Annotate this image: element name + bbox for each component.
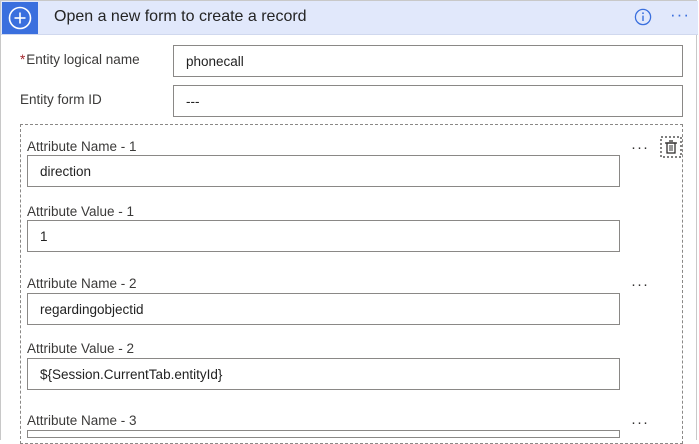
attribute-name-label: Attribute Name - 2 [27, 276, 137, 291]
attribute-value-input[interactable]: ${Session.CurrentTab.entityId} [27, 358, 620, 390]
attribute-value-input[interactable]: 1 [27, 220, 620, 252]
action-title: Open a new form to create a record [54, 8, 307, 25]
more-options-button[interactable]: ··· [670, 5, 690, 25]
attribute-name-input[interactable]: direction [27, 155, 620, 187]
attribute-name-input[interactable]: regardingobjectid [27, 293, 620, 325]
attribute-more-button[interactable]: ··· [631, 277, 649, 292]
required-asterisk: * [20, 52, 26, 67]
attribute-name-label: Attribute Name - 1 [27, 139, 137, 154]
attribute-value-label: Attribute Value - 2 [27, 341, 135, 356]
attribute-name-label: Attribute Name - 3 [27, 413, 137, 428]
attribute-more-button[interactable]: ··· [631, 415, 649, 430]
action-card: Open a new form to create a record ··· *… [0, 0, 698, 444]
info-icon[interactable] [634, 8, 652, 26]
entity-logical-name-input[interactable]: phonecall [173, 45, 683, 77]
attribute-name-input[interactable] [27, 430, 620, 438]
attribute-value-label: Attribute Value - 1 [27, 204, 135, 219]
action-header[interactable]: Open a new form to create a record ··· [1, 1, 698, 35]
attribute-more-button[interactable]: ··· [631, 140, 649, 155]
entity-form-id-input[interactable]: --- [173, 85, 683, 117]
delete-icon[interactable] [660, 136, 682, 158]
entity-form-id-label: Entity form ID [20, 92, 102, 107]
plus-circle-icon [2, 2, 38, 34]
entity-logical-name-label: *Entity logical name [20, 52, 140, 67]
